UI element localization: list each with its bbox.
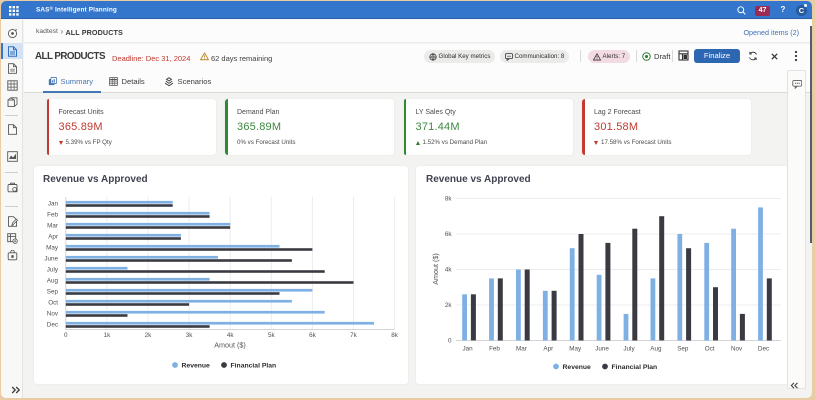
svg-text:May: May — [569, 346, 582, 353]
svg-text:Revenue vs Approved: Revenue vs Approved — [426, 174, 531, 185]
svg-text:Nov: Nov — [47, 311, 59, 318]
svg-text:Financial Plan: Financial Plan — [612, 364, 658, 371]
svg-text:1k: 1k — [104, 332, 112, 339]
svg-text:Mar: Mar — [516, 346, 527, 353]
svg-text:2k: 2k — [145, 332, 153, 339]
svg-text:4k: 4k — [227, 332, 235, 339]
svg-text:Apr: Apr — [48, 234, 58, 241]
svg-text:0: 0 — [64, 332, 68, 339]
svg-text:Oct: Oct — [48, 300, 58, 307]
svg-text:0: 0 — [448, 338, 452, 345]
svg-text:July: July — [47, 267, 59, 274]
svg-text:Sep: Sep — [677, 346, 689, 353]
svg-text:6k: 6k — [309, 332, 317, 339]
svg-text:June: June — [595, 346, 609, 353]
svg-text:Revenue: Revenue — [563, 364, 592, 371]
svg-text:Amout ($): Amout ($) — [431, 253, 440, 285]
svg-text:Feb: Feb — [47, 212, 58, 219]
svg-text:Revenue: Revenue — [182, 363, 211, 370]
svg-text:Aug: Aug — [650, 346, 662, 353]
svg-text:Nov: Nov — [731, 346, 743, 353]
svg-text:June: June — [44, 256, 58, 263]
svg-text:Apr: Apr — [543, 346, 553, 353]
svg-text:May: May — [46, 245, 59, 252]
svg-text:Aug: Aug — [47, 278, 59, 285]
svg-text:Financial Plan: Financial Plan — [231, 363, 277, 370]
svg-text:7k: 7k — [350, 332, 358, 339]
svg-text:3k: 3k — [186, 332, 194, 339]
svg-text:Mar: Mar — [47, 223, 58, 230]
svg-text:Dec: Dec — [758, 346, 769, 353]
svg-text:Oct: Oct — [705, 346, 715, 353]
svg-text:6k: 6k — [445, 231, 453, 238]
svg-text:8k: 8k — [445, 196, 453, 203]
svg-text:2k: 2k — [445, 302, 453, 309]
svg-text:8k: 8k — [391, 332, 399, 339]
svg-text:Revenue vs Approved: Revenue vs Approved — [43, 174, 148, 185]
svg-text:Feb: Feb — [489, 346, 500, 353]
svg-text:Amout ($): Amout ($) — [214, 341, 246, 350]
svg-text:Jan: Jan — [48, 201, 59, 208]
svg-text:Jan: Jan — [463, 346, 474, 353]
svg-text:4k: 4k — [445, 267, 453, 274]
svg-text:July: July — [623, 346, 635, 353]
svg-text:Dec: Dec — [47, 322, 58, 329]
svg-text:Sep: Sep — [47, 289, 59, 296]
svg-text:5k: 5k — [268, 332, 276, 339]
